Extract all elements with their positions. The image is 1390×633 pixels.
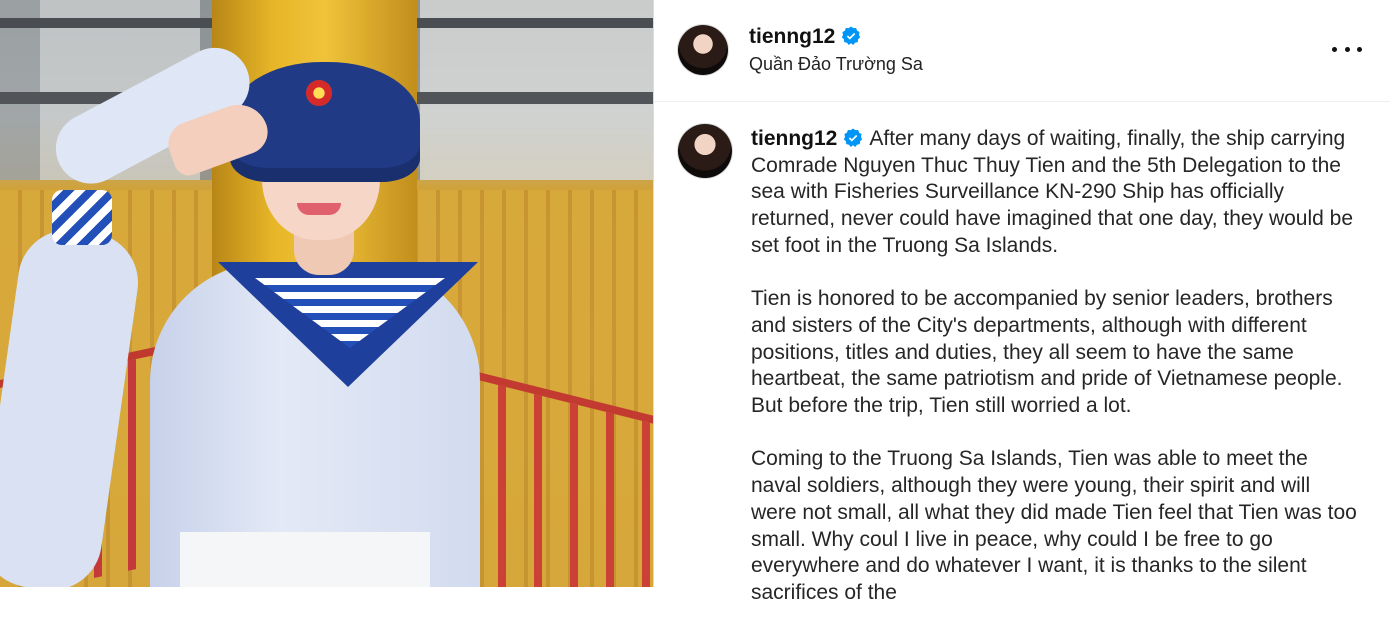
caption-text: tienng12 After many days of waiting, fina…: [751, 126, 1361, 633]
author-username[interactable]: tienng12: [749, 25, 861, 49]
more-options-icon[interactable]: [1332, 37, 1362, 61]
verified-badge-icon: [844, 128, 863, 147]
author-avatar[interactable]: [678, 25, 728, 75]
username-text[interactable]: tienng12: [749, 25, 835, 48]
caption-paragraph-3: Coming to the Truong Sa Islands, Tien wa…: [751, 447, 1357, 604]
person-saluting: [0, 0, 653, 587]
post-caption: tienng12 After many days of waiting, fina…: [654, 101, 1390, 604]
caption-paragraph-2: Tien is honored to be accompanied by sen…: [751, 287, 1343, 418]
caption-avatar[interactable]: [678, 124, 732, 178]
post-modal: tienng12 Quần Đảo Trường Sa tienng12 Afte…: [0, 0, 1390, 604]
verified-badge-icon: [842, 26, 861, 45]
post-side-panel: tienng12 Quần Đảo Trường Sa tienng12 Afte…: [653, 0, 1390, 604]
caption-paragraph-text: After many days of waiting, finally, the…: [751, 127, 1354, 257]
post-location[interactable]: Quần Đảo Trường Sa: [749, 54, 923, 75]
hat-badge-icon: [306, 80, 332, 106]
post-photo[interactable]: [0, 0, 653, 587]
post-header: tienng12 Quần Đảo Trường Sa: [654, 0, 1390, 102]
caption-username[interactable]: tienng12: [751, 127, 837, 150]
caption-paragraph-1: tienng12 After many days of waiting, fina…: [751, 126, 1361, 260]
